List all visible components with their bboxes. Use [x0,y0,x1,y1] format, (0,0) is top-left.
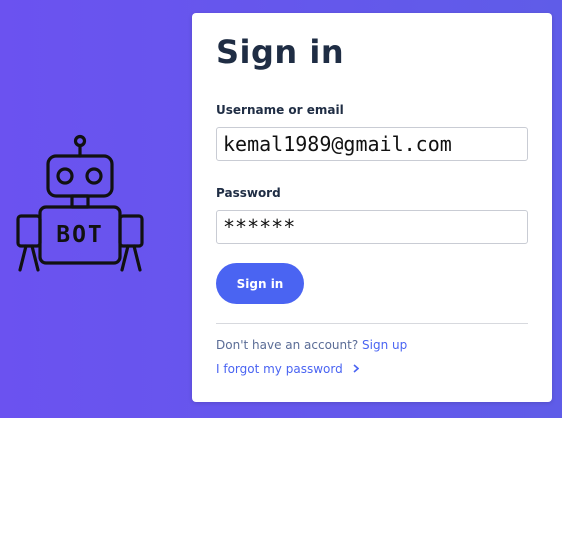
password-label: Password [216,186,281,200]
signup-link[interactable]: Sign up [362,338,407,352]
robot-icon: BOT [16,134,144,272]
sign-in-button[interactable]: Sign in [216,263,304,304]
username-input[interactable] [216,127,528,161]
chevron-right-icon [353,364,359,373]
hero-background: BOT Sign in Username or email Password S… [0,0,562,418]
forgot-password-link[interactable]: I forgot my password [216,362,343,376]
forgot-password-row: I forgot my password [216,362,359,376]
divider [216,323,528,324]
page-title: Sign in [216,33,345,71]
username-label: Username or email [216,103,344,117]
bot-label: BOT [56,222,104,248]
password-input[interactable] [216,210,528,244]
login-card: Sign in Username or email Password Sign … [192,13,552,402]
signup-prompt: Don't have an account? Sign up [216,338,407,352]
no-account-text: Don't have an account? [216,338,359,352]
